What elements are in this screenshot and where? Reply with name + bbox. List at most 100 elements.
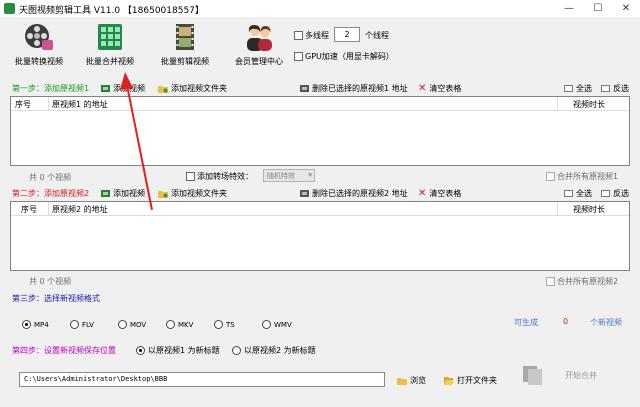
invert-select-icon [601, 85, 610, 92]
step1-select-all-label: 全选 [576, 84, 592, 93]
format-radio[interactable] [70, 320, 79, 329]
title-from-video1-option[interactable]: 以原视频1 为新标题 [136, 345, 220, 356]
minimize-button[interactable]: — [555, 0, 583, 17]
film-delete-icon [300, 190, 309, 197]
transition-value: 随机特效 [267, 172, 295, 180]
format-option-flv[interactable]: FLV [70, 320, 94, 329]
title-from-video1-radio[interactable] [136, 346, 145, 355]
step1-video-table[interactable]: 序号 原视频1 的地址 视频时长 [10, 96, 630, 166]
select-all-icon [564, 85, 573, 92]
member-center-label: 会员管理中心 [235, 57, 283, 66]
format-option-mkv[interactable]: MKV [166, 320, 193, 329]
folder-add-icon [158, 86, 168, 93]
step1-select-all-button[interactable]: 全选 [564, 83, 592, 94]
format-label: MOV [130, 320, 147, 329]
multithread-option[interactable]: 多线程 [294, 30, 329, 41]
step1-col-index: 序号 [15, 100, 31, 109]
format-option-mov[interactable]: MOV [118, 320, 146, 329]
gpu-label: GPU加速（用显卡解码） [305, 52, 394, 61]
step2-select-all-button[interactable]: 全选 [564, 188, 592, 199]
close-button[interactable]: ✕ [612, 0, 640, 17]
format-label: FLV [82, 320, 94, 329]
merge-all-video1-label: 合并所有原视频1 [557, 172, 619, 181]
step2-col-path: 原视频2 的地址 [52, 205, 108, 214]
merge-all-video2-option[interactable]: 合并所有原视频2 [546, 276, 618, 287]
member-center-button[interactable]: 会员管理中心 [226, 22, 292, 74]
format-radio[interactable] [166, 320, 175, 329]
add-video-icon [101, 85, 110, 92]
step1-invert-button[interactable]: 反选 [601, 83, 629, 94]
multithread-checkbox[interactable] [294, 31, 303, 40]
batch-convert-button[interactable]: 批量转换视频 [6, 22, 72, 74]
step1-clear-table-label: 清空表格 [429, 84, 462, 93]
step2-clear-table-button[interactable]: ✕ 清空表格 [418, 188, 461, 199]
step4-title: 第四步：设置新视频保存位置 [12, 346, 116, 355]
add-video-icon [101, 190, 110, 197]
start-merge-button[interactable]: 开始合并 [565, 370, 597, 381]
format-label: MKV [178, 320, 194, 329]
step1-title: 第一步：添加原视频1 [12, 84, 90, 93]
merge-all-video1-checkbox[interactable] [546, 172, 555, 181]
open-folder-button[interactable]: 打开文件夹 [444, 375, 497, 386]
transition-checkbox[interactable] [186, 172, 195, 181]
batch-cut-button[interactable]: 批量剪辑视频 [152, 22, 218, 74]
open-folder-label: 打开文件夹 [457, 376, 497, 385]
select-all-icon [564, 190, 573, 197]
step1-col-duration: 视频时长 [573, 100, 605, 109]
thread-count-input[interactable]: 2 [334, 27, 360, 42]
step2-add-folder-button[interactable]: 添加视频文件夹 [158, 188, 227, 199]
batch-merge-button[interactable]: 批量合并视频 [77, 22, 143, 74]
step1-add-video-button[interactable]: 添加视频 [101, 83, 145, 94]
step2-delete-selected-button[interactable]: 删除已选择的原视频2 地址 [300, 188, 408, 199]
users-icon [247, 25, 272, 51]
batch-cut-label: 批量剪辑视频 [161, 57, 209, 66]
merge-all-video1-option[interactable]: 合并所有原视频1 [546, 171, 618, 182]
step2-col-duration: 视频时长 [573, 205, 605, 214]
multithread-label: 多线程 [305, 31, 329, 40]
browse-button[interactable]: 浏览 [397, 375, 426, 386]
step2-delete-selected-label: 删除已选择的原视频2 地址 [312, 189, 408, 198]
clear-x-icon: ✕ [418, 188, 427, 199]
folder-icon [397, 378, 407, 385]
format-radio[interactable] [118, 320, 127, 329]
gpu-checkbox[interactable] [294, 52, 303, 61]
format-radio[interactable] [262, 320, 271, 329]
transition-select[interactable]: 随机特效 ▾ [263, 169, 315, 182]
format-label: TS [226, 320, 235, 329]
browse-label: 浏览 [410, 376, 426, 385]
merge-all-video2-checkbox[interactable] [546, 277, 555, 286]
batch-convert-label: 批量转换视频 [15, 57, 63, 66]
title-from-video2-radio[interactable] [232, 346, 241, 355]
format-option-ts[interactable]: TS [214, 320, 235, 329]
step2-video-table[interactable]: 序号 原视频2 的地址 视频时长 [10, 201, 630, 271]
thread-unit-label: 个线程 [365, 31, 389, 40]
format-radio[interactable] [214, 320, 223, 329]
step2-table-header: 序号 原视频2 的地址 视频时长 [11, 202, 629, 216]
step1-clear-table-button[interactable]: ✕ 清空表格 [418, 83, 461, 94]
transition-option[interactable]: 添加转场特效： [186, 171, 253, 182]
step2-select-all-label: 全选 [576, 189, 592, 198]
folder-add-icon [158, 191, 168, 198]
save-path-input[interactable]: C:\Users\Administrator\Desktop\BBB [19, 372, 385, 387]
title-from-video2-option[interactable]: 以原视频2 为新标题 [232, 345, 316, 356]
step2-add-video-button[interactable]: 添加视频 [101, 188, 145, 199]
step2-count: 共 0 个视频 [29, 277, 72, 286]
film-delete-icon [300, 85, 309, 92]
new-videos-label: 个新视频 [590, 318, 622, 327]
format-option-wmv[interactable]: WMV [262, 320, 292, 329]
clear-x-icon: ✕ [418, 83, 427, 94]
step1-delete-selected-label: 删除已选择的原视频1 地址 [312, 84, 408, 93]
format-radio[interactable] [22, 320, 31, 329]
transition-label: 添加转场特效： [197, 172, 253, 181]
merge-stack-icon [521, 362, 545, 386]
step1-add-folder-label: 添加视频文件夹 [171, 84, 227, 93]
invert-select-icon [601, 190, 610, 197]
format-option-mp4[interactable]: MP4 [22, 320, 49, 329]
maximize-button[interactable]: ☐ [584, 0, 612, 17]
step1-add-folder-button[interactable]: 添加视频文件夹 [158, 83, 227, 94]
step2-invert-button[interactable]: 反选 [601, 188, 629, 199]
window-title: 天图视频剪辑工具 V11.0 【18650018557】 [19, 6, 204, 16]
step1-delete-selected-button[interactable]: 删除已选择的原视频1 地址 [300, 83, 408, 94]
film-reel-icon [25, 24, 53, 50]
gpu-option[interactable]: GPU加速（用显卡解码） [294, 51, 394, 62]
